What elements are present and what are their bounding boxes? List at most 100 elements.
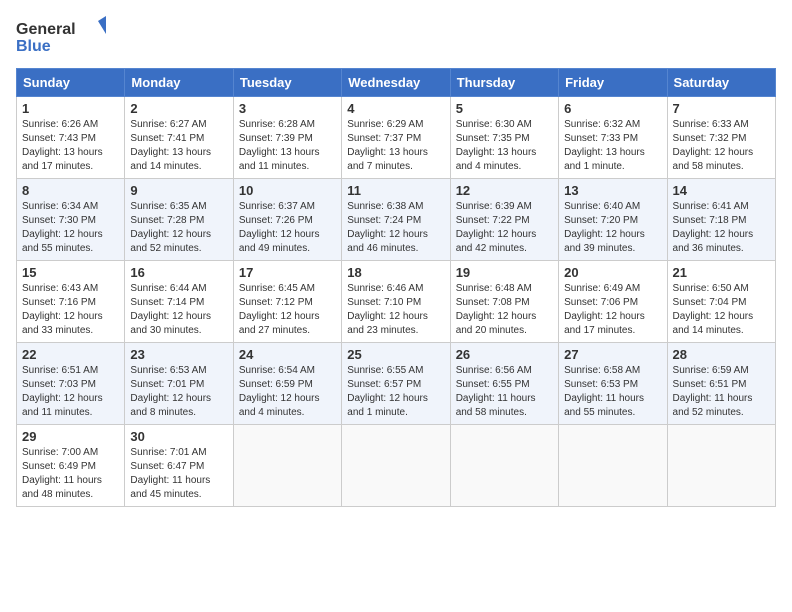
- day-cell: [342, 425, 450, 507]
- calendar-body: 1Sunrise: 6:26 AM Sunset: 7:43 PM Daylig…: [17, 97, 776, 507]
- day-number: 18: [347, 265, 444, 280]
- day-number: 6: [564, 101, 661, 116]
- day-number: 9: [130, 183, 227, 198]
- logo: GeneralBlue: [16, 16, 106, 56]
- day-cell: [667, 425, 775, 507]
- day-info: Sunrise: 6:54 AM Sunset: 6:59 PM Dayligh…: [239, 364, 336, 420]
- day-info: Sunrise: 6:37 AM Sunset: 7:26 PM Dayligh…: [239, 200, 336, 256]
- header-day-saturday: Saturday: [667, 69, 775, 97]
- day-info: Sunrise: 6:41 AM Sunset: 7:18 PM Dayligh…: [673, 200, 770, 256]
- day-cell: 9 Sunrise: 6:35 AM Sunset: 7:28 PM Daylig…: [125, 179, 233, 261]
- day-number: 16: [130, 265, 227, 280]
- day-number: 12: [456, 183, 553, 198]
- day-cell: 26 Sunrise: 6:56 AM Sunset: 6:55 PM Dayli…: [450, 343, 558, 425]
- day-number: 7: [673, 101, 770, 116]
- day-info: Sunrise: 6:32 AM Sunset: 7:33 PM Dayligh…: [564, 118, 661, 174]
- header: GeneralBlue: [16, 16, 776, 56]
- day-number: 22: [22, 347, 119, 362]
- header-row: SundayMondayTuesdayWednesdayThursdayFrid…: [17, 69, 776, 97]
- header-day-wednesday: Wednesday: [342, 69, 450, 97]
- day-cell: 22 Sunrise: 6:51 AM Sunset: 7:03 PM Dayli…: [17, 343, 125, 425]
- day-number: 15: [22, 265, 119, 280]
- day-number: 26: [456, 347, 553, 362]
- day-cell: 1Sunrise: 6:26 AM Sunset: 7:43 PM Daylig…: [17, 97, 125, 179]
- day-cell: 27Sunrise: 6:58 AM Sunset: 6:53 PM Dayli…: [559, 343, 667, 425]
- day-cell: 20 Sunrise: 6:49 AM Sunset: 7:06 PM Dayli…: [559, 261, 667, 343]
- day-number: 23: [130, 347, 227, 362]
- day-cell: 30 Sunrise: 7:01 AM Sunset: 6:47 PM Dayli…: [125, 425, 233, 507]
- day-cell: [559, 425, 667, 507]
- day-cell: 2Sunrise: 6:27 AM Sunset: 7:41 PM Daylig…: [125, 97, 233, 179]
- day-number: 8: [22, 183, 119, 198]
- day-number: 3: [239, 101, 336, 116]
- day-number: 20: [564, 265, 661, 280]
- calendar-table: SundayMondayTuesdayWednesdayThursdayFrid…: [16, 68, 776, 507]
- day-cell: 25 Sunrise: 6:55 AM Sunset: 6:57 PM Dayli…: [342, 343, 450, 425]
- day-number: 19: [456, 265, 553, 280]
- day-cell: 18 Sunrise: 6:46 AM Sunset: 7:10 PM Dayli…: [342, 261, 450, 343]
- day-number: 24: [239, 347, 336, 362]
- day-info: Sunrise: 6:29 AM Sunset: 7:37 PM Dayligh…: [347, 118, 444, 174]
- day-cell: 10 Sunrise: 6:37 AM Sunset: 7:26 PM Dayli…: [233, 179, 341, 261]
- day-number: 30: [130, 429, 227, 444]
- calendar-header: SundayMondayTuesdayWednesdayThursdayFrid…: [17, 69, 776, 97]
- day-cell: 23 Sunrise: 6:53 AM Sunset: 7:01 PM Dayli…: [125, 343, 233, 425]
- day-number: 25: [347, 347, 444, 362]
- svg-text:Blue: Blue: [16, 38, 51, 55]
- day-info: Sunrise: 6:44 AM Sunset: 7:14 PM Dayligh…: [130, 282, 227, 338]
- week-row-4: 22 Sunrise: 6:51 AM Sunset: 7:03 PM Dayli…: [17, 343, 776, 425]
- day-cell: 13 Sunrise: 6:40 AM Sunset: 7:20 PM Dayli…: [559, 179, 667, 261]
- day-info: Sunrise: 6:56 AM Sunset: 6:55 PM Dayligh…: [456, 364, 553, 420]
- day-number: 11: [347, 183, 444, 198]
- day-cell: 14 Sunrise: 6:41 AM Sunset: 7:18 PM Dayli…: [667, 179, 775, 261]
- day-cell: 19Sunrise: 6:48 AM Sunset: 7:08 PM Dayli…: [450, 261, 558, 343]
- day-info: Sunrise: 6:35 AM Sunset: 7:28 PM Dayligh…: [130, 200, 227, 256]
- day-info: Sunrise: 6:43 AM Sunset: 7:16 PM Dayligh…: [22, 282, 119, 338]
- svg-text:General: General: [16, 21, 76, 38]
- day-info: Sunrise: 6:39 AM Sunset: 7:22 PM Dayligh…: [456, 200, 553, 256]
- day-number: 17: [239, 265, 336, 280]
- header-day-friday: Friday: [559, 69, 667, 97]
- day-number: 10: [239, 183, 336, 198]
- day-cell: 8 Sunrise: 6:34 AM Sunset: 7:30 PM Daylig…: [17, 179, 125, 261]
- day-info: Sunrise: 6:38 AM Sunset: 7:24 PM Dayligh…: [347, 200, 444, 256]
- day-info: Sunrise: 6:58 AM Sunset: 6:53 PM Dayligh…: [564, 364, 661, 420]
- day-info: Sunrise: 6:49 AM Sunset: 7:06 PM Dayligh…: [564, 282, 661, 338]
- day-number: 29: [22, 429, 119, 444]
- day-info: Sunrise: 6:50 AM Sunset: 7:04 PM Dayligh…: [673, 282, 770, 338]
- day-number: 21: [673, 265, 770, 280]
- day-cell: 6 Sunrise: 6:32 AM Sunset: 7:33 PM Daylig…: [559, 97, 667, 179]
- logo-icon: GeneralBlue: [16, 16, 106, 56]
- day-info: Sunrise: 6:40 AM Sunset: 7:20 PM Dayligh…: [564, 200, 661, 256]
- day-cell: 7 Sunrise: 6:33 AM Sunset: 7:32 PM Daylig…: [667, 97, 775, 179]
- week-row-2: 8 Sunrise: 6:34 AM Sunset: 7:30 PM Daylig…: [17, 179, 776, 261]
- day-info: Sunrise: 6:59 AM Sunset: 6:51 PM Dayligh…: [673, 364, 770, 420]
- day-cell: 3 Sunrise: 6:28 AM Sunset: 7:39 PM Daylig…: [233, 97, 341, 179]
- day-cell: 21 Sunrise: 6:50 AM Sunset: 7:04 PM Dayli…: [667, 261, 775, 343]
- header-day-sunday: Sunday: [17, 69, 125, 97]
- day-info: Sunrise: 6:51 AM Sunset: 7:03 PM Dayligh…: [22, 364, 119, 420]
- day-number: 14: [673, 183, 770, 198]
- day-info: Sunrise: 6:27 AM Sunset: 7:41 PM Dayligh…: [130, 118, 227, 174]
- day-cell: 29Sunrise: 7:00 AM Sunset: 6:49 PM Dayli…: [17, 425, 125, 507]
- day-number: 1: [22, 101, 119, 116]
- day-info: Sunrise: 6:28 AM Sunset: 7:39 PM Dayligh…: [239, 118, 336, 174]
- day-cell: 4 Sunrise: 6:29 AM Sunset: 7:37 PM Daylig…: [342, 97, 450, 179]
- day-cell: 5Sunrise: 6:30 AM Sunset: 7:35 PM Daylig…: [450, 97, 558, 179]
- day-info: Sunrise: 6:34 AM Sunset: 7:30 PM Dayligh…: [22, 200, 119, 256]
- day-info: Sunrise: 7:01 AM Sunset: 6:47 PM Dayligh…: [130, 446, 227, 502]
- header-day-thursday: Thursday: [450, 69, 558, 97]
- week-row-1: 1Sunrise: 6:26 AM Sunset: 7:43 PM Daylig…: [17, 97, 776, 179]
- day-cell: 15 Sunrise: 6:43 AM Sunset: 7:16 PM Dayli…: [17, 261, 125, 343]
- day-number: 4: [347, 101, 444, 116]
- day-info: Sunrise: 6:30 AM Sunset: 7:35 PM Dayligh…: [456, 118, 553, 174]
- day-number: 13: [564, 183, 661, 198]
- day-info: Sunrise: 6:33 AM Sunset: 7:32 PM Dayligh…: [673, 118, 770, 174]
- day-cell: 12 Sunrise: 6:39 AM Sunset: 7:22 PM Dayli…: [450, 179, 558, 261]
- day-info: Sunrise: 6:46 AM Sunset: 7:10 PM Dayligh…: [347, 282, 444, 338]
- day-cell: 28Sunrise: 6:59 AM Sunset: 6:51 PM Dayli…: [667, 343, 775, 425]
- day-cell: 24 Sunrise: 6:54 AM Sunset: 6:59 PM Dayli…: [233, 343, 341, 425]
- header-day-monday: Monday: [125, 69, 233, 97]
- day-info: Sunrise: 6:55 AM Sunset: 6:57 PM Dayligh…: [347, 364, 444, 420]
- day-info: Sunrise: 6:53 AM Sunset: 7:01 PM Dayligh…: [130, 364, 227, 420]
